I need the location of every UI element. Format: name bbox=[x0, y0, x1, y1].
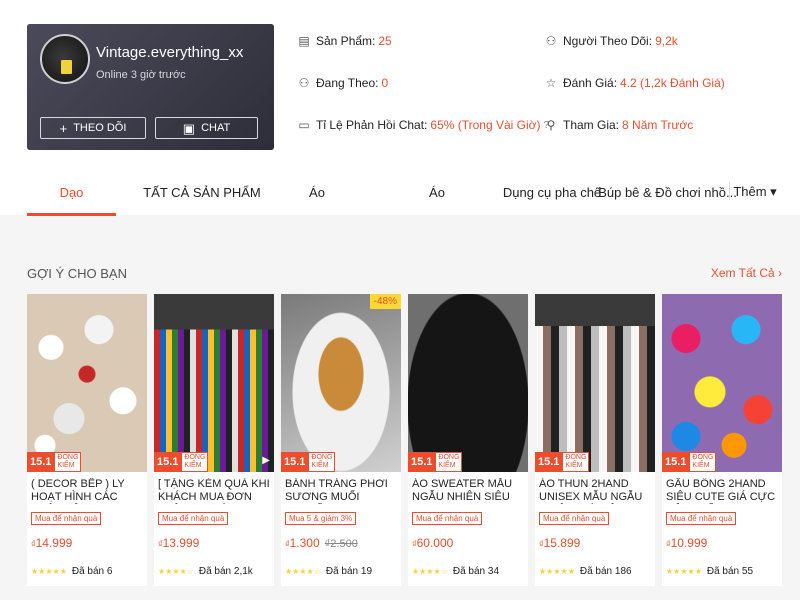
rating-stars: ★★★★★ bbox=[666, 567, 702, 576]
stat-following: ⚇ Đang Theo: 0 bbox=[298, 76, 389, 90]
product-price: ₫10.999 bbox=[666, 536, 708, 550]
product-card[interactable]: 15.1 ĐÓNG KIỂM ( DECOR BẾP ) LY HOẠT HÌNH… bbox=[27, 294, 147, 586]
stat-joined: ⚲ Tham Gia: 8 Năm Trước bbox=[544, 118, 694, 132]
stat-products: ▤ Sản Phẩm: 25 bbox=[298, 34, 392, 48]
product-rating: ★★★★☆ Đã bán 19 bbox=[285, 566, 372, 577]
chat-icon: ▣ bbox=[182, 120, 196, 136]
rating-stars: ★★★★☆ bbox=[285, 567, 321, 576]
product-promo-tag: Mua để nhận quà bbox=[666, 512, 737, 525]
product-price: ₫1.300 ₫2.500 bbox=[285, 536, 358, 550]
product-card[interactable]: 15.1 ĐÓNG KIỂM ▶ [ TẶNG KÈM QUÀ KHI KHÁCH… bbox=[154, 294, 274, 586]
section-title: GỢI Ý CHO BẠN bbox=[27, 266, 127, 281]
promo-badge: 15.1 ĐÓNG KIỂM bbox=[535, 452, 590, 472]
product-price: ₫13.999 bbox=[158, 536, 200, 550]
product-image[interactable]: 15.1 ĐÓNG KIỂM bbox=[408, 294, 528, 472]
product-rating: ★★★★☆ Đã bán 2,1k bbox=[158, 566, 253, 577]
stat-followers: ⚇ Người Theo Dõi: 9,2k bbox=[545, 34, 678, 48]
product-promo-tag: Mua để nhận quà bbox=[539, 512, 610, 525]
see-all-link[interactable]: Xem Tất Cả › bbox=[711, 266, 782, 280]
shop-online-status: Online 3 giờ trước bbox=[96, 69, 186, 81]
original-price: ₫2.500 bbox=[324, 538, 358, 550]
product-image[interactable]: -48% 15.1 ĐÓNG KIỂM bbox=[281, 294, 401, 472]
user-icon: ⚇ bbox=[298, 76, 310, 90]
shop-tabs: Dạo TẤT CẢ SẢN PHẨM Áo Áo Dụng cụ pha ch… bbox=[27, 168, 787, 216]
rating-stars: ★★★★☆ bbox=[412, 567, 448, 576]
product-image[interactable]: 15.1 ĐÓNG KIỂM ▶ bbox=[154, 294, 274, 472]
product-price: ₫14.999 bbox=[31, 536, 73, 550]
product-title[interactable]: BÁNH TRÁNG PHƠI SƯƠNG MUỐI NHUYỄN LOẠI N… bbox=[285, 478, 397, 504]
stat-chat-rate: ▭ Tỉ Lệ Phản Hồi Chat: 65% (Trong Vài Gi… bbox=[298, 118, 550, 132]
product-card[interactable]: 15.1 ĐÓNG KIỂM GẤU BÔNG 2HAND SIÊU CUTE G… bbox=[662, 294, 782, 586]
tab-ao-1[interactable]: Áo bbox=[297, 168, 337, 216]
shop-card: Vintage.everything_xx Online 3 giờ trước… bbox=[27, 24, 274, 150]
product-price: ₫60.000 bbox=[412, 536, 454, 550]
rating-stars: ★★★★★ bbox=[539, 567, 575, 576]
product-title[interactable]: GẤU BÔNG 2HAND SIÊU CUTE GIÁ CỰC RẺ ( NG… bbox=[666, 478, 778, 504]
sold-count: Đã bán 6 bbox=[71, 566, 113, 577]
discount-badge: -48% bbox=[369, 294, 401, 309]
product-rating: ★★★★☆ Đã bán 34 bbox=[412, 566, 499, 577]
product-card[interactable]: -48% 15.1 ĐÓNG KIỂM BÁNH TRÁNG PHƠI SƯƠNG… bbox=[281, 294, 401, 586]
product-card[interactable]: 15.1 ĐÓNG KIỂM ÁO THUN 2HAND UNISEX MẪU N… bbox=[535, 294, 655, 586]
tab-more[interactable]: Thêm ▾ bbox=[733, 168, 776, 216]
product-promo-tag: Mua để nhận quà bbox=[158, 512, 229, 525]
product-promo-tag: Mua để nhận quà bbox=[31, 512, 102, 525]
product-title[interactable]: [ TẶNG KÈM QUÀ KHI KHÁCH MUA ĐƠN TRÊN 99… bbox=[158, 478, 270, 504]
shop-avatar[interactable] bbox=[40, 34, 90, 84]
store-icon: ▤ bbox=[298, 34, 310, 48]
shop-name: Vintage.everything_xx bbox=[96, 44, 244, 61]
sold-count: Đã bán 34 bbox=[452, 566, 500, 577]
tab-all-products[interactable]: TẤT CẢ SẢN PHẨM bbox=[143, 168, 261, 216]
stat-rating: ☆ Đánh Giá: 4.2 (1,2k Đánh Giá) bbox=[545, 76, 725, 90]
chat-bubble-icon: ▭ bbox=[298, 118, 310, 132]
product-title[interactable]: ÁO SWEATER MẪU NGẪU NHIÊN SIÊU ĐẸP bbox=[412, 478, 524, 504]
plus-icon: + bbox=[59, 120, 68, 136]
promo-badge: 15.1 ĐÓNG KIỂM bbox=[662, 452, 717, 472]
product-image[interactable]: 15.1 ĐÓNG KIỂM bbox=[27, 294, 147, 472]
sold-count: Đã bán 186 bbox=[579, 566, 632, 577]
product-rating: ★★★★★ Đã bán 6 bbox=[31, 566, 112, 577]
promo-badge: 15.1 ĐÓNG KIỂM bbox=[408, 452, 463, 472]
followers-icon: ⚇ bbox=[545, 34, 557, 48]
tab-dao[interactable]: Dạo bbox=[27, 168, 116, 216]
rating-stars: ★★★★★ bbox=[31, 567, 67, 576]
chat-label: CHAT bbox=[201, 122, 231, 134]
product-promo-tag: Mua để nhận quà bbox=[412, 512, 483, 525]
product-image[interactable]: 15.1 ĐÓNG KIỂM bbox=[662, 294, 782, 472]
product-title[interactable]: ÁO THUN 2HAND UNISEX MẪU NGẪU NHIÊN GIÁ … bbox=[539, 478, 651, 504]
promo-badge: 15.1 ĐÓNG KIỂM bbox=[154, 452, 209, 472]
promo-badge: 15.1 ĐÓNG KIỂM bbox=[281, 452, 336, 472]
sold-count: Đã bán 19 bbox=[325, 566, 373, 577]
recommend-section-header: GỢI Ý CHO BẠN Xem Tất Cả › bbox=[27, 262, 782, 284]
tab-divider bbox=[729, 182, 730, 200]
product-card[interactable]: 15.1 ĐÓNG KIỂM ÁO SWEATER MẪU NGẪU NHIÊN … bbox=[408, 294, 528, 586]
sold-count: Đã bán 2,1k bbox=[198, 566, 253, 577]
tab-barista-tools[interactable]: Dụng cụ pha chế bbox=[503, 168, 601, 216]
shop-header: Vintage.everything_xx Online 3 giờ trước… bbox=[0, 0, 800, 216]
rating-stars: ★★★★☆ bbox=[158, 567, 194, 576]
sold-count: Đã bán 55 bbox=[706, 566, 754, 577]
active-tab-indicator bbox=[27, 213, 116, 216]
video-play-icon: ▶ bbox=[262, 455, 270, 466]
follow-button[interactable]: + THEO DÕI bbox=[40, 117, 146, 139]
product-title[interactable]: ( DECOR BẾP ) LY HOẠT HÌNH CÁC NHÂN VẬT … bbox=[31, 478, 143, 504]
follow-label: THEO DÕI bbox=[73, 122, 127, 134]
product-image[interactable]: 15.1 ĐÓNG KIỂM bbox=[535, 294, 655, 472]
tab-toys[interactable]: Búp bê & Đồ chơi nhồ... bbox=[598, 168, 737, 216]
tab-ao-2[interactable]: Áo bbox=[417, 168, 457, 216]
person-icon: ⚲ bbox=[546, 118, 556, 132]
star-icon: ☆ bbox=[545, 76, 557, 90]
chat-button[interactable]: ▣ CHAT bbox=[155, 117, 258, 139]
product-rating: ★★★★★ Đã bán 186 bbox=[539, 566, 632, 577]
promo-badge: 15.1 ĐÓNG KIỂM bbox=[27, 452, 82, 472]
product-promo-tag: Mua 5 & giảm 3% bbox=[285, 512, 357, 525]
product-price: ₫15.899 bbox=[539, 536, 581, 550]
product-rating: ★★★★★ Đã bán 55 bbox=[666, 566, 753, 577]
